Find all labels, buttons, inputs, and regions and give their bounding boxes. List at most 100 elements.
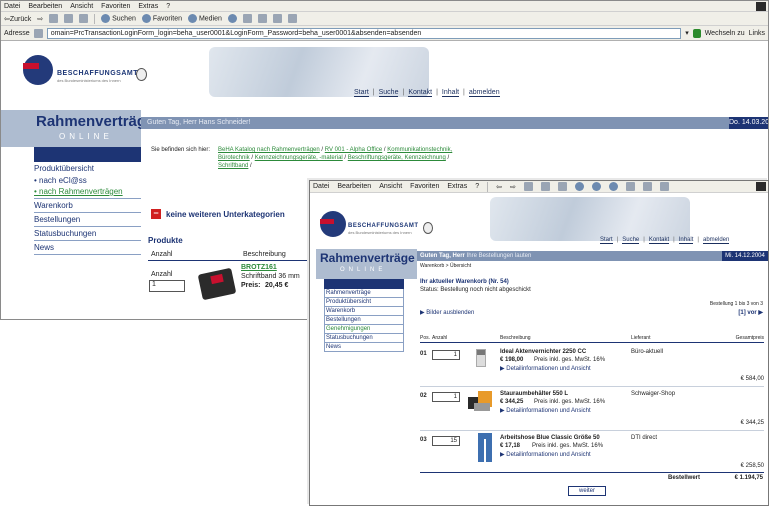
edit-icon[interactable] — [659, 182, 669, 191]
sidebar-item-warenkorb[interactable]: Warenkorb — [324, 307, 404, 316]
history-icon[interactable] — [227, 14, 237, 23]
breadcrumb-link[interactable]: Beschriftungsgeräte, Kennzeichnung — [348, 155, 446, 161]
nav-contents[interactable]: Inhalt — [441, 89, 460, 97]
home-icon[interactable] — [79, 14, 89, 23]
forward-icon[interactable]: ⇨ — [37, 15, 43, 23]
nav-logout[interactable]: abmelden — [468, 89, 500, 97]
sidebar-item-news[interactable]: News — [34, 241, 141, 255]
product-image-labelprinter[interactable] — [197, 265, 238, 301]
sidebar-item-news[interactable]: News — [324, 343, 404, 352]
menu-favorites[interactable]: Favoriten — [101, 3, 130, 10]
sidebar-item-nach-rahmenvertraegen[interactable]: • nach Rahmenverträgen — [34, 186, 141, 199]
search-button[interactable]: Suchen — [101, 14, 136, 23]
address-input[interactable]: omain=PrcTransactionLoginForm_login=beha… — [46, 27, 682, 39]
print-icon[interactable] — [257, 14, 267, 23]
quantity-input[interactable]: 1 — [432, 350, 460, 360]
site-banner: BESCHAFFUNGSAMT des Bundesministeriums d… — [310, 193, 768, 249]
menu-bar: Datei Bearbeiten Ansicht Favoriten Extra… — [1, 1, 768, 12]
menu-edit[interactable]: Bearbeiten — [337, 183, 371, 190]
sidebar-item-bestellungen[interactable]: Bestellungen — [34, 213, 141, 227]
history-icon[interactable] — [608, 182, 618, 191]
nav-start[interactable]: Start — [600, 237, 613, 244]
menu-help[interactable]: ? — [475, 183, 479, 190]
forward-icon[interactable]: ⇨ — [510, 183, 516, 191]
nav-start[interactable]: Start — [354, 89, 369, 97]
refresh-icon[interactable] — [540, 182, 550, 191]
nav-separator: | — [673, 237, 675, 243]
menu-file[interactable]: Datei — [4, 3, 20, 10]
menu-view[interactable]: Ansicht — [379, 183, 402, 190]
menu-help[interactable]: ? — [166, 3, 170, 10]
dropdown-icon[interactable]: ▾ — [685, 29, 689, 37]
shredder-top — [477, 350, 485, 355]
continue-button[interactable]: weiter — [568, 486, 606, 496]
sidebar-item-statusbuchungen[interactable]: Statusbuchungen — [34, 227, 141, 241]
site-banner: BESCHAFFUNGSAMT des Bundesministeriums d… — [1, 41, 768, 109]
product-description: Schriftband 36 mm — [241, 273, 300, 280]
product-image-workpants[interactable] — [478, 433, 492, 463]
item-details-link[interactable]: ▶ Detailinformationen und Ansicht — [500, 365, 591, 372]
logo-icon — [320, 211, 346, 237]
item-details-link[interactable]: ▶ Detailinformationen und Ansicht — [500, 407, 591, 414]
greeting-bar: Guten Tag, Herr Hans Schneider! — [141, 117, 729, 129]
breadcrumb-link[interactable]: Kennzeichnungsgeräte, -material — [255, 155, 343, 161]
item-details-link[interactable]: ▶ Detailinformationen und Ansicht — [500, 451, 591, 458]
item-pos: 02 — [420, 393, 427, 399]
nav-logout[interactable]: abmelden — [702, 237, 730, 244]
menu-view[interactable]: Ansicht — [70, 3, 93, 10]
sidebar-item-nach-eclass[interactable]: • nach eCl@ss — [34, 175, 141, 186]
go-icon[interactable] — [692, 28, 701, 38]
stop-icon[interactable] — [49, 14, 59, 23]
product-image-shredder[interactable] — [476, 349, 486, 367]
nav-search[interactable]: Suche — [378, 89, 399, 97]
sidebar-item-bestellungen[interactable]: Bestellungen — [324, 316, 404, 325]
quantity-input[interactable]: 15 — [432, 436, 460, 446]
menu-tools[interactable]: Extras — [447, 183, 467, 190]
favorites-button[interactable]: Favoriten — [141, 14, 182, 23]
mail-icon[interactable] — [242, 14, 252, 23]
sidebar-item-produktuebersicht[interactable]: Produktübersicht — [34, 162, 141, 175]
nav-contact[interactable]: Kontakt — [648, 237, 670, 244]
sidebar-item-warenkorb[interactable]: Warenkorb — [34, 199, 141, 213]
back-button[interactable]: ⇦Zurück — [4, 15, 31, 23]
star-icon[interactable] — [591, 182, 601, 191]
breadcrumb-link[interactable]: BeHA Katalog nach Rahmenverträgen — [218, 147, 320, 153]
sidebar-item-rahmenvertraege[interactable]: Rahmenverträge — [324, 289, 404, 298]
menu-favorites[interactable]: Favoriten — [410, 183, 439, 190]
nav-contact[interactable]: Kontakt — [408, 89, 433, 97]
sidebar-item-produktuebersicht[interactable]: Produktübersicht — [324, 298, 404, 307]
toolbar-separator — [94, 13, 96, 24]
nav-contents[interactable]: Inhalt — [678, 237, 694, 244]
quantity-input[interactable]: 1 — [149, 280, 185, 292]
mail-icon[interactable] — [625, 182, 635, 191]
item-price: € 344,25 — [500, 399, 524, 405]
search-icon[interactable] — [574, 182, 584, 191]
hide-images-link[interactable]: ▶ Bilder ausblenden — [420, 309, 474, 316]
print-icon[interactable] — [642, 182, 652, 191]
discuss-icon[interactable] — [287, 14, 297, 23]
breadcrumb-link[interactable]: Schriftband — [218, 163, 248, 169]
back-icon[interactable]: ⇦ — [496, 183, 502, 191]
logo-title: BESCHAFFUNGSAMT — [57, 70, 138, 77]
stop-icon[interactable] — [523, 182, 533, 191]
pager[interactable]: [1] vor ▶ — [738, 309, 763, 316]
media-button[interactable]: Medien — [188, 14, 222, 23]
links-button[interactable]: Links — [749, 30, 765, 37]
sidebar-item-statusbuchungen[interactable]: Statusbuchungen — [324, 334, 404, 343]
quantity-input[interactable]: 1 — [432, 392, 460, 402]
go-button[interactable]: Wechseln zu — [705, 30, 745, 37]
menu-tools[interactable]: Extras — [138, 3, 158, 10]
star-icon — [141, 14, 151, 23]
product-code-link[interactable]: BROTZ161 — [241, 264, 277, 271]
refresh-icon[interactable] — [64, 14, 74, 23]
home-icon[interactable] — [557, 182, 567, 191]
menu-file[interactable]: Datei — [313, 183, 329, 190]
nav-search[interactable]: Suche — [622, 237, 640, 244]
media-icon — [188, 14, 197, 23]
breadcrumb-link[interactable]: RV 001 - Alpha Office — [325, 147, 382, 153]
col-beschreibung: Beschreibung — [500, 335, 531, 341]
menu-edit[interactable]: Bearbeiten — [28, 3, 62, 10]
product-image-container[interactable] — [468, 391, 494, 411]
edit-icon[interactable] — [272, 14, 282, 23]
sidebar-item-genehmigungen[interactable]: Genehmigungen — [324, 325, 404, 334]
